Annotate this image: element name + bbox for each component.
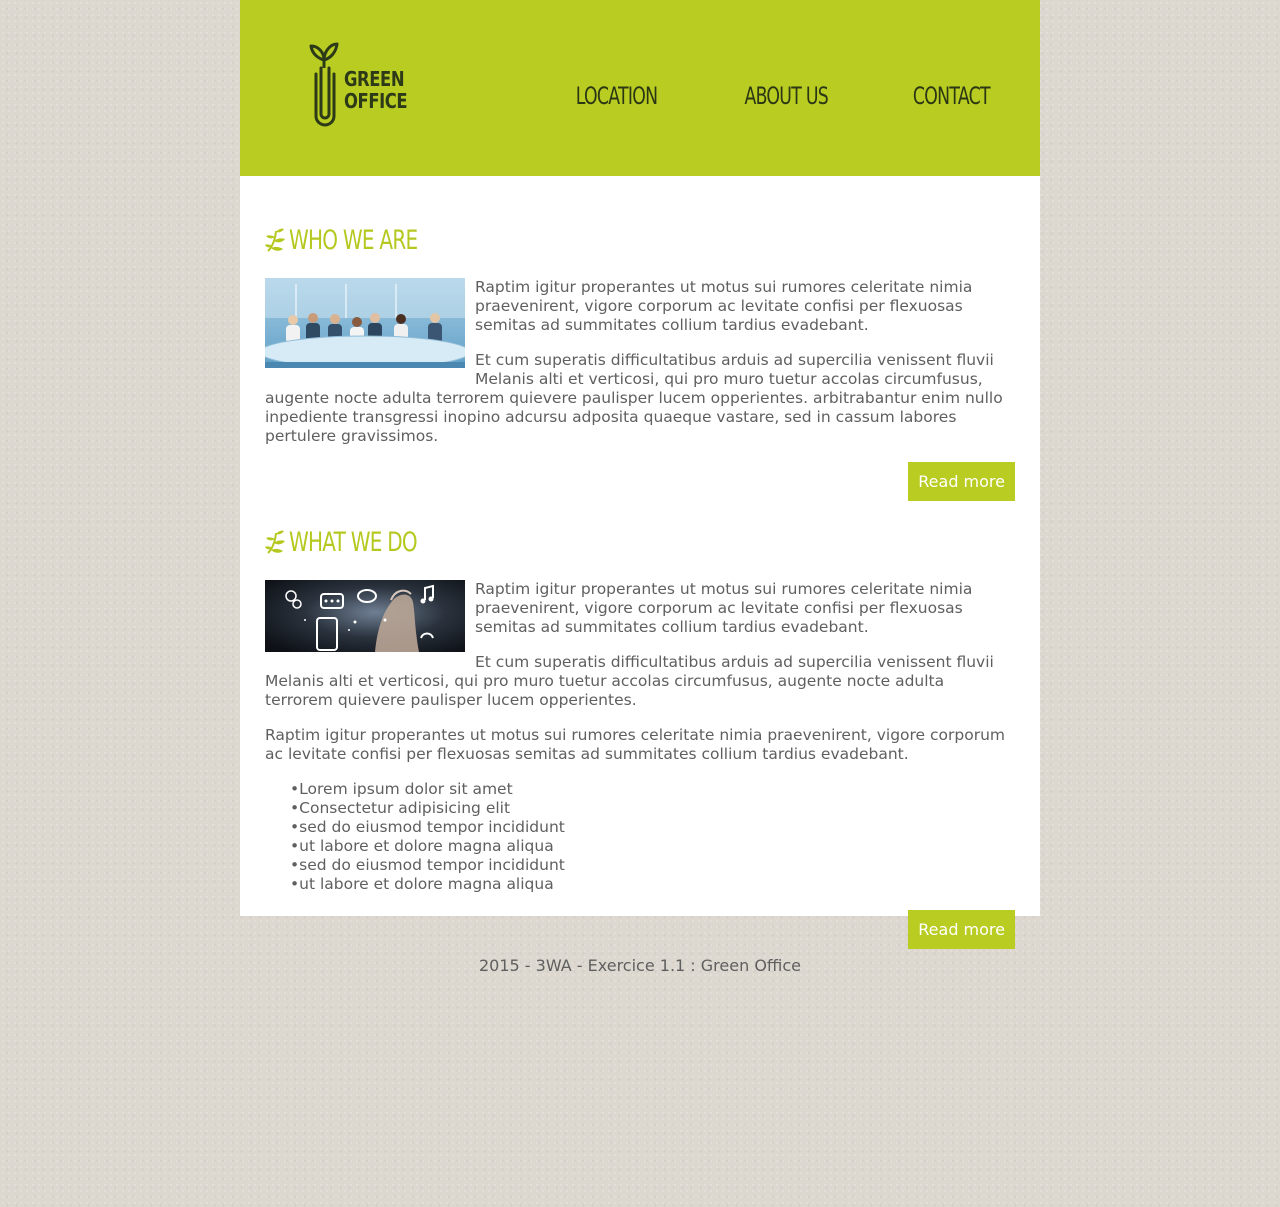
list-item: ut labore et dolore magna aliqua (290, 875, 1015, 894)
touch-technology-photo (265, 580, 465, 652)
main-nav: LOCATION ABOUT US CONTACT (544, 82, 991, 110)
read-more-button[interactable]: Read more (908, 462, 1015, 501)
list-item: Lorem ipsum dolor sit amet (290, 780, 1015, 799)
leaf-icon (265, 228, 285, 252)
logo-line-2: OFFICE (344, 89, 408, 113)
logo-text: GREEN OFFICE (344, 67, 408, 113)
main-content: WHO WE ARE Raptim igitur properantes ut … (240, 176, 1040, 949)
section-what-we-do: WHAT WE DO Raptim igitur properantes ut … (265, 526, 1015, 949)
list-item: sed do eiusmod tempor incididunt (290, 856, 1015, 875)
section-paragraph: Et cum superatis difficultatibus arduis … (265, 653, 994, 709)
read-more-button[interactable]: Read more (908, 910, 1015, 949)
section-heading: WHO WE ARE (265, 224, 1015, 256)
paperclip-sprout-icon (309, 42, 339, 127)
section-title: WHO WE ARE (289, 224, 418, 256)
nav-location[interactable]: LOCATION (576, 82, 658, 110)
section-paragraph: Raptim igitur properantes ut motus sui r… (265, 726, 1006, 763)
list-item: ut labore et dolore magna aliqua (290, 837, 1015, 856)
feature-list: Lorem ipsum dolor sit amet Consectetur a… (290, 780, 1015, 894)
logo-line-1: GREEN (344, 67, 405, 91)
list-item: sed do eiusmod tempor incididunt (290, 818, 1015, 837)
section-who-we-are: WHO WE ARE Raptim igitur properantes ut … (265, 224, 1015, 501)
footer-text: 2015 - 3WA - Exercice 1.1 : Green Office (478, 956, 802, 975)
nav-about-us[interactable]: ABOUT US (745, 82, 829, 110)
site-footer: 2015 - 3WA - Exercice 1.1 : Green Office (240, 956, 1040, 975)
button-row: Read more (265, 910, 1015, 949)
button-row: Read more (265, 462, 1015, 501)
leaf-icon (265, 530, 285, 554)
site-header: GREEN OFFICE LOCATION ABOUT US CONTACT (240, 0, 1040, 176)
section-title: WHAT WE DO (289, 526, 418, 558)
site-logo[interactable]: GREEN OFFICE (308, 38, 428, 128)
nav-contact[interactable]: CONTACT (913, 82, 991, 110)
team-meeting-photo (265, 278, 465, 368)
section-heading: WHAT WE DO (265, 526, 1015, 558)
list-item: Consectetur adipisicing elit (290, 799, 1015, 818)
page-wrapper: GREEN OFFICE LOCATION ABOUT US CONTACT W… (240, 0, 1040, 975)
